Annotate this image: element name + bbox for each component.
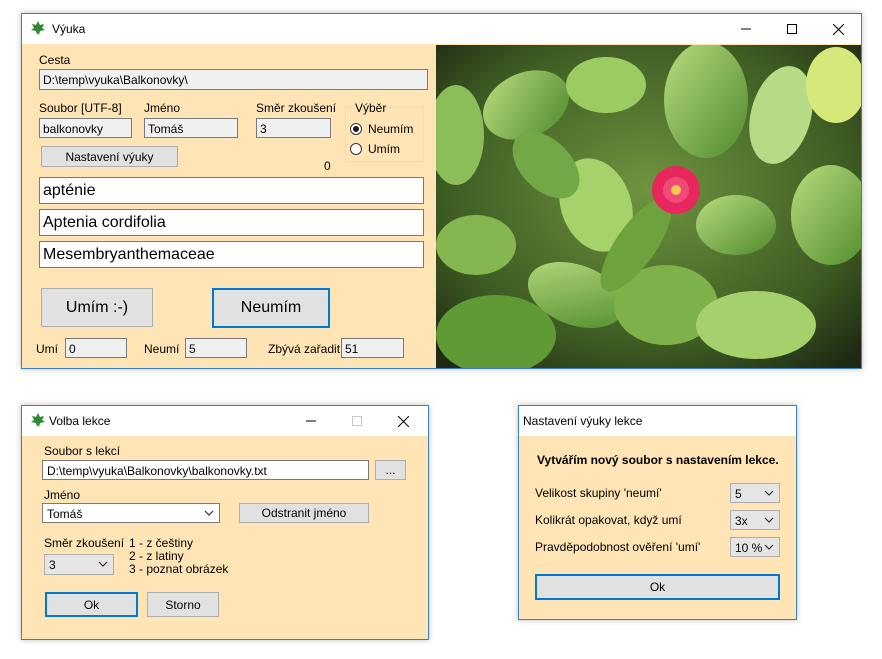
chevron-down-icon [98, 561, 108, 567]
path-field[interactable]: D:\temp\vyuka\Balkonovky\ [39, 69, 428, 90]
name-label: Jméno [144, 101, 181, 115]
know-button[interactable]: Umím :-) [41, 288, 153, 327]
direction-help-3: 3 - poznat obrázek [129, 562, 229, 576]
radio-neumim-label[interactable]: Neumím [368, 122, 413, 136]
close-icon [832, 23, 844, 35]
answer-field-2[interactable]: Aptenia cordifolia [39, 209, 424, 236]
maximize-icon [787, 24, 797, 34]
maximize-icon [352, 416, 362, 426]
lesson-ok-button[interactable]: Ok [45, 592, 138, 617]
chevron-down-icon [764, 517, 774, 523]
choice-label: Výběr [353, 101, 389, 115]
probability-select[interactable]: 10 % [730, 537, 780, 557]
lesson-titlebar[interactable]: Volba lekce [22, 406, 428, 436]
group-size-value: 5 [735, 487, 742, 501]
minimize-icon [306, 420, 316, 422]
repeat-value: 3x [735, 514, 748, 528]
lesson-name-label: Jméno [44, 488, 81, 502]
lesson-file-label: Soubor s lekcí [44, 444, 121, 458]
main-window: Výuka Cesta D:\temp\vyuka\Balkonovky\ So… [21, 13, 862, 369]
probability-label: Pravděpodobnost ověření 'umí' [535, 540, 701, 554]
lesson-file-field[interactable]: D:\temp\vyuka\Balkonovky\balkonovky.txt [42, 460, 369, 480]
app-leaf-icon [31, 413, 45, 427]
lesson-title: Volba lekce [49, 414, 111, 428]
close-icon [397, 415, 409, 427]
unknown-label: Neumí [144, 342, 180, 356]
remaining-field[interactable]: 51 [341, 338, 404, 358]
settings-button[interactable]: Nastavení výuky [41, 146, 178, 167]
probability-value: 10 % [735, 541, 763, 555]
lesson-window: Volba lekce Soubor s lekcí D:\temp\vyuka… [21, 405, 429, 640]
path-label: Cesta [39, 53, 71, 67]
settings-title: Nastavení výuky lekce [523, 414, 643, 428]
known-field[interactable]: 0 [65, 338, 127, 358]
lesson-direction-label: Směr zkoušení [44, 536, 125, 550]
direction-label: Směr zkoušení [256, 101, 337, 115]
settings-titlebar[interactable]: Nastavení výuky lekce [519, 406, 796, 436]
lesson-minimize-button[interactable] [288, 406, 334, 436]
radio-umim[interactable] [350, 143, 362, 155]
answer-field-1[interactable]: apténie [39, 177, 424, 204]
lesson-direction-value: 3 [49, 558, 56, 572]
group-size-select[interactable]: 5 [730, 483, 780, 503]
lesson-cancel-button[interactable]: Storno [147, 592, 219, 617]
dont-know-button[interactable]: Neumím [212, 288, 330, 328]
repeat-select[interactable]: 3x [730, 510, 780, 530]
chevron-down-icon [764, 490, 774, 496]
lesson-name-value: Tomáš [47, 507, 83, 521]
group-size-label: Velikost skupiny 'neumí' [535, 486, 662, 500]
remaining-label: Zbývá zařadit [268, 342, 341, 356]
name-field[interactable]: Tomáš [144, 118, 238, 138]
radio-umim-label[interactable]: Umím [368, 142, 400, 156]
settings-window: Nastavení výuky lekce Vytvářím nový soub… [518, 405, 797, 620]
direction-field[interactable]: 3 [256, 118, 331, 138]
answer-field-3[interactable]: Mesembryanthemaceae [39, 241, 424, 268]
app-leaf-icon [31, 21, 45, 35]
chevron-down-icon [204, 510, 214, 516]
lesson-maximize-button [334, 406, 380, 436]
settings-ok-button[interactable]: Ok [535, 574, 780, 600]
minimize-button[interactable] [723, 14, 769, 44]
counter-value: 0 [324, 159, 331, 173]
file-field[interactable]: balkonovky [39, 118, 132, 138]
lesson-name-select[interactable]: Tomáš [42, 503, 220, 523]
direction-help-2: 2 - z latiny [129, 549, 184, 563]
browse-button[interactable]: ... [375, 460, 406, 480]
radio-neumim[interactable] [350, 123, 362, 135]
remove-name-button[interactable]: Odstranit jméno [239, 503, 369, 523]
close-button[interactable] [815, 14, 861, 44]
plant-photo [436, 45, 861, 368]
file-label: Soubor [UTF-8] [39, 101, 122, 115]
lesson-close-button[interactable] [380, 406, 426, 436]
chevron-down-icon [764, 544, 774, 550]
main-title: Výuka [52, 22, 86, 36]
repeat-label: Kolikrát opakovat, když umí [535, 513, 682, 527]
unknown-field[interactable]: 5 [185, 338, 247, 358]
minimize-icon [741, 28, 751, 30]
known-label: Umí [36, 342, 58, 356]
maximize-button[interactable] [769, 14, 815, 44]
lesson-direction-select[interactable]: 3 [44, 554, 114, 575]
main-titlebar[interactable]: Výuka [22, 14, 861, 44]
pink-flower [652, 166, 700, 214]
settings-heading: Vytvářím nový soubor s nastavením lekce. [537, 453, 779, 467]
direction-help-1: 1 - z češtiny [129, 536, 194, 550]
